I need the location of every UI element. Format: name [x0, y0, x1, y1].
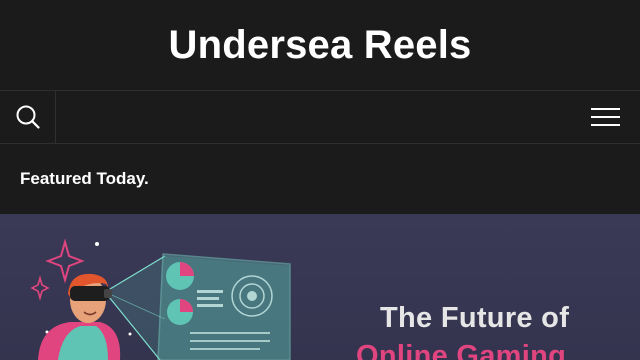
banner-headline-line-2: Online Gaming	[356, 340, 567, 360]
sparkle-icon	[30, 275, 50, 301]
page: Undersea Reels Featured Today. The Futur…	[0, 0, 640, 360]
site-header: Undersea Reels	[0, 0, 640, 91]
nav-bar	[0, 91, 640, 144]
search-button[interactable]	[0, 91, 56, 143]
search-icon	[16, 105, 40, 129]
featured-section-header: Featured Today.	[0, 144, 640, 214]
site-title[interactable]: Undersea Reels	[169, 23, 472, 68]
hamburger-menu-icon	[591, 108, 620, 110]
menu-button[interactable]	[590, 105, 622, 129]
sparkle-icon	[45, 238, 85, 284]
featured-banner-image[interactable]: The Future of Online Gaming	[0, 214, 640, 360]
banner-headline-line-1: The Future of	[380, 302, 570, 334]
banner-illustration	[30, 238, 291, 360]
featured-label: Featured Today.	[20, 169, 149, 188]
